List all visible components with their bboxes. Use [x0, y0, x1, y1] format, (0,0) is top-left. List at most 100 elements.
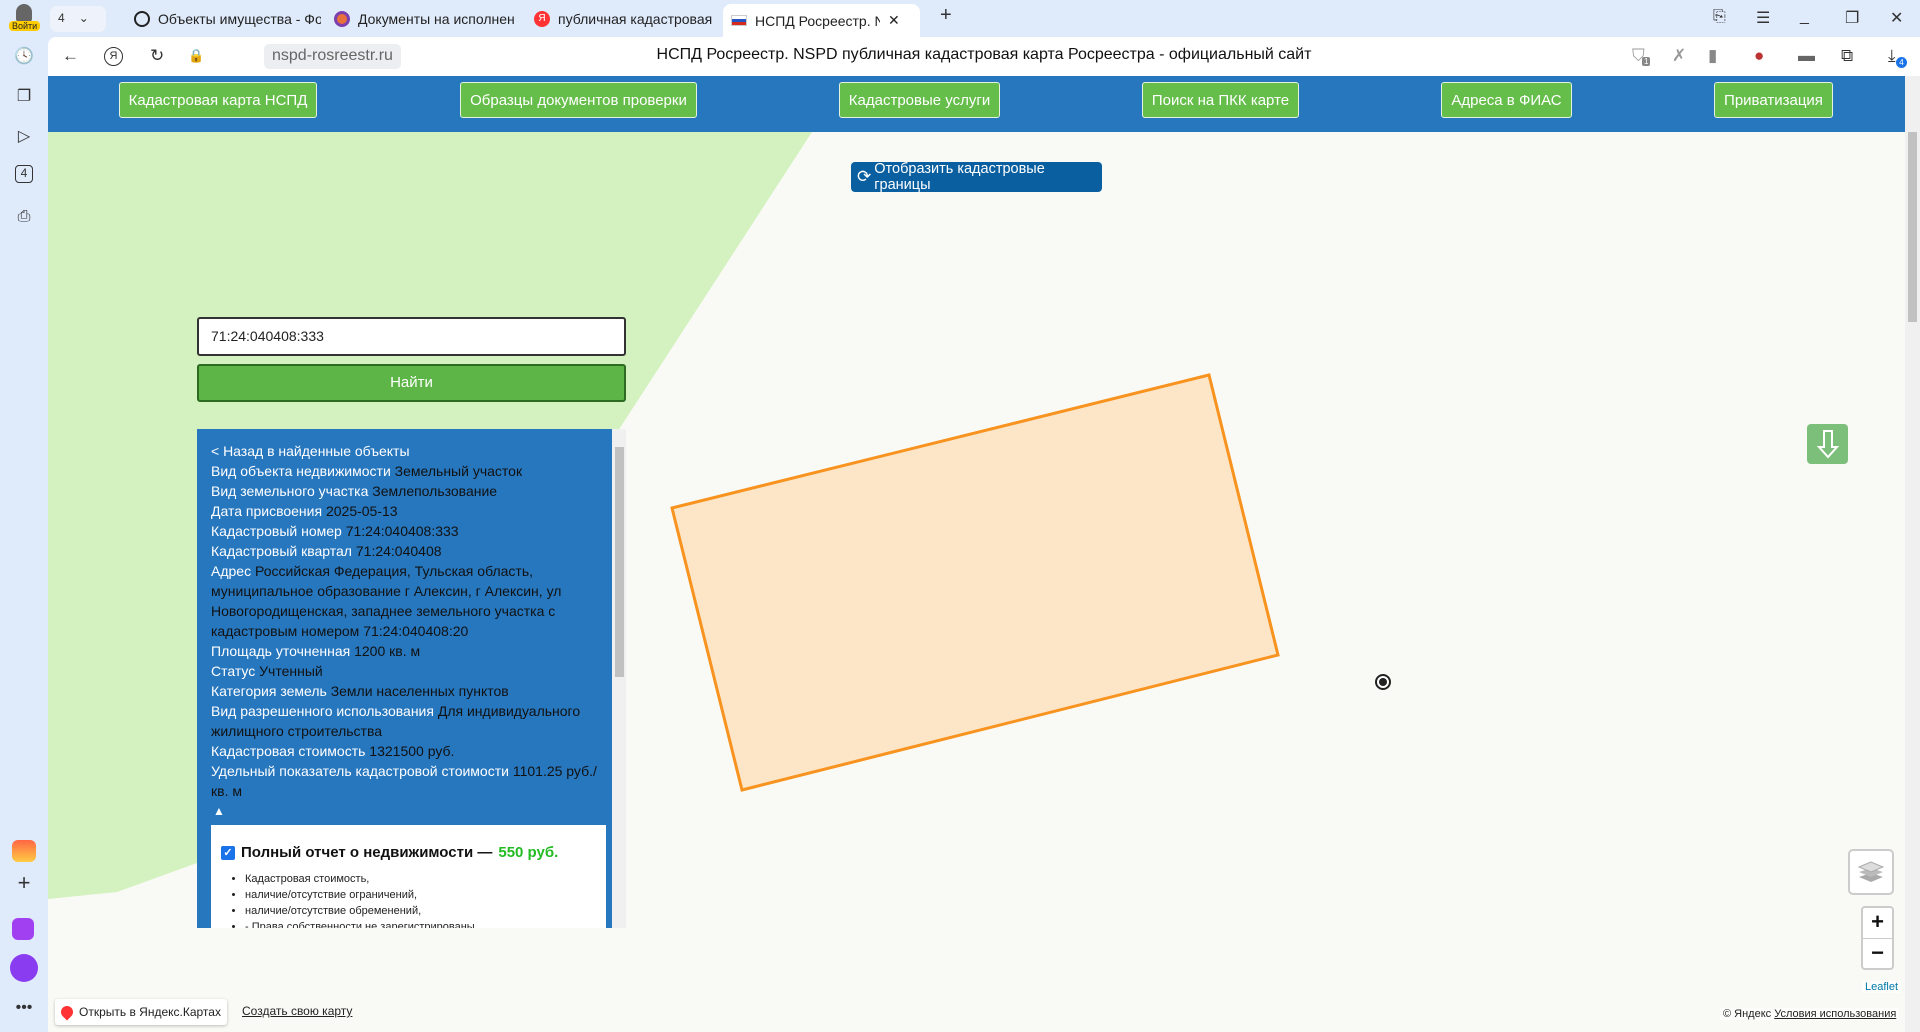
info-row: Статус Учтенный: [211, 661, 601, 681]
address-bar: ← Я ↻ 🔒 nspd-rosreestr.ru НСПД Росреестр…: [48, 37, 1920, 76]
avatar-icon: [16, 4, 32, 22]
map-area[interactable]: ⟳ Отобразить кадастровые границы 71:24:04…: [48, 132, 1905, 1032]
tab-3[interactable]: Япубличная кадастровая: [526, 4, 721, 34]
page-scroll-thumb[interactable]: [1908, 132, 1917, 322]
extension-icon[interactable]: ●: [1754, 46, 1764, 66]
cadastral-search-input[interactable]: 71:24:040408:333: [197, 317, 626, 356]
info-label: Кадастровый квартал: [211, 543, 352, 559]
back-to-results-link[interactable]: < Назад в найденные объекты: [211, 441, 601, 461]
leaflet-link[interactable]: Leaflet: [1862, 981, 1902, 993]
info-label: Площадь уточненная: [211, 643, 351, 659]
nav-document-samples[interactable]: Образцы документов проверки: [460, 82, 697, 118]
zoom-in-button[interactable]: +: [1863, 908, 1892, 938]
video-icon[interactable]: ▷: [12, 125, 36, 149]
yandex-icon: Я: [534, 11, 550, 27]
info-label: Категория земель: [211, 683, 327, 699]
shield-badge: 1: [1642, 57, 1651, 66]
no-password-icon[interactable]: ✗: [1672, 46, 1686, 66]
tab-count: 4: [58, 11, 65, 25]
info-value: Земельный участок: [394, 463, 523, 479]
nav-fias-addresses[interactable]: Адреса в ФИАС: [1441, 82, 1572, 118]
info-row: Адрес Российская Федерация, Тульская обл…: [211, 561, 601, 641]
info-label: Дата присвоения: [211, 503, 323, 519]
tab-title: публичная кадастровая: [558, 11, 713, 27]
report-checkbox[interactable]: ✓: [221, 846, 235, 860]
close-tab-icon[interactable]: ✕: [888, 12, 900, 29]
yandex-copyright: © Яндекс: [1723, 1008, 1772, 1020]
minimize-icon[interactable]: _: [1800, 8, 1809, 26]
tab-2[interactable]: Документы на исполнен: [326, 4, 521, 34]
open-yandex-label: Открыть в Яндекс.Картах: [79, 1005, 221, 1019]
info-label: Вид земельного участка: [211, 483, 369, 499]
bookmark-icon[interactable]: ▮: [1708, 46, 1717, 66]
nav-cadastral-map[interactable]: Кадастровая карта НСПД: [119, 82, 317, 118]
history-icon[interactable]: 🕓: [12, 45, 36, 69]
extension-gray-icon[interactable]: ▬: [1798, 46, 1815, 66]
zoom-out-button[interactable]: −: [1863, 938, 1892, 968]
layers-button[interactable]: [1848, 849, 1894, 895]
bookmarks-panel-icon[interactable]: ⎘: [1713, 8, 1726, 26]
info-row: Площадь уточненная 1200 кв. м: [211, 641, 601, 661]
info-label: Статус: [211, 663, 256, 679]
tab-counter[interactable]: 4 ⌄: [50, 6, 106, 32]
nav-cadastral-services[interactable]: Кадастровые услуги: [839, 82, 1000, 118]
scroll-down-button[interactable]: [1807, 424, 1848, 464]
page-scrollbar[interactable]: [1905, 76, 1920, 1032]
menu-icon[interactable]: ☰: [1756, 8, 1770, 28]
nav-privatization[interactable]: Приватизация: [1714, 82, 1833, 118]
report-price: 550 руб.: [498, 844, 559, 861]
show-boundaries-button[interactable]: ⟳ Отобразить кадастровые границы: [851, 161, 1102, 193]
info-value: 1321500 руб.: [369, 743, 455, 759]
find-button[interactable]: Найти: [197, 364, 626, 402]
report-item: наличие/отсутствие ограничений,: [245, 887, 596, 903]
collections-icon[interactable]: ❐: [12, 85, 36, 109]
tab-title: Документы на исполнен: [358, 11, 515, 27]
more-icon[interactable]: •••: [12, 996, 36, 1020]
messenger-icon[interactable]: [12, 918, 34, 940]
info-row: Вид разрешенного использования Для индив…: [211, 701, 601, 741]
report-title: Полный отчет о недвижимости —: [241, 844, 493, 861]
create-map-link[interactable]: Создать свою карту: [242, 1004, 352, 1018]
zoom-control: + −: [1861, 906, 1894, 970]
land-parcel[interactable]: [670, 373, 1280, 792]
panel-scrollbar[interactable]: [612, 429, 626, 928]
russia-flag-icon: [731, 15, 747, 26]
info-value: 2025-05-13: [325, 503, 398, 519]
info-label: Удельный показатель кадастровой стоимост…: [211, 763, 509, 779]
tab-1[interactable]: Объекты имущества - Фо: [126, 4, 321, 34]
object-info-panel: < Назад в найденные объекты Вид объекта …: [197, 429, 626, 928]
tab-title: Объекты имущества - Фо: [158, 11, 321, 27]
arrow-down-icon: [1816, 430, 1839, 459]
info-label: Вид объекта недвижимости: [211, 463, 391, 479]
login-label: Войти: [9, 21, 41, 31]
terms-link[interactable]: Условия использования: [1774, 1008, 1896, 1020]
nav-pkk-search[interactable]: Поиск на ПКК карте: [1142, 82, 1299, 118]
layers-icon: [1857, 861, 1885, 882]
add-icon[interactable]: +: [12, 871, 36, 895]
info-value: Землепользование: [372, 483, 498, 499]
open-yandex-maps-button[interactable]: Открыть в Яндекс.Картах: [55, 999, 227, 1025]
info-row: Кадастровый квартал 71:24:040408: [211, 541, 601, 561]
downloads-badge: 4: [1896, 57, 1907, 68]
info-row: Удельный показатель кадастровой стоимост…: [211, 761, 601, 801]
collapse-toggle[interactable]: ▲: [211, 801, 601, 821]
tab-bar: Войти 4 ⌄ Объекты имущества - Фо Документ…: [0, 0, 1920, 37]
report-offer: ✓ Полный отчет о недвижимости — 550 руб. К…: [211, 825, 606, 928]
screenshot-icon[interactable]: ⎙: [12, 205, 36, 229]
close-window-icon[interactable]: ✕: [1890, 8, 1903, 28]
tab-count-icon[interactable]: 4: [15, 165, 33, 183]
tab-4-active[interactable]: НСПД Росреестр. NSPD ✕: [723, 4, 920, 37]
cursor-icon: [1375, 674, 1391, 690]
extensions-icon[interactable]: ⧉: [1841, 46, 1853, 66]
profile-button[interactable]: Войти: [6, 4, 42, 34]
restore-icon[interactable]: ❐: [1845, 8, 1859, 28]
report-item: наличие/отсутствие обременений,: [245, 903, 596, 919]
downloads-icon[interactable]: ⤓: [1888, 46, 1896, 66]
mail-icon[interactable]: [12, 840, 36, 862]
info-label: Вид разрешенного использования: [211, 703, 434, 719]
new-tab-icon[interactable]: +: [940, 4, 952, 27]
alice-icon[interactable]: [10, 954, 38, 982]
panel-scroll-thumb[interactable]: [615, 447, 624, 677]
info-value: Земли населенных пунктов: [330, 683, 509, 699]
info-row: Дата присвоения 2025-05-13: [211, 501, 601, 521]
